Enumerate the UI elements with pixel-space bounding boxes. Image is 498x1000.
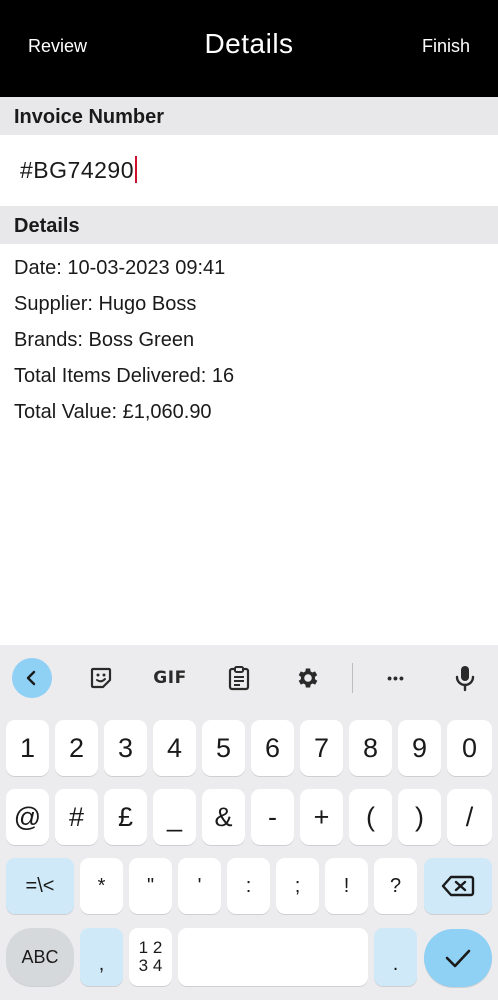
invoice-number-value: #BG74290 (20, 157, 134, 183)
numpad-key[interactable]: 1 2 3 4 (129, 928, 172, 986)
clipboard-icon[interactable] (219, 658, 259, 698)
back-chevron-icon[interactable] (12, 658, 52, 698)
invoice-section-header: Invoice Number (0, 97, 498, 135)
detail-total-items: Total Items Delivered: 16 (14, 365, 235, 387)
key-1[interactable]: 1 (6, 720, 49, 776)
more-icon[interactable]: ••• (376, 658, 416, 698)
key-comma[interactable]: , (80, 928, 123, 986)
key-at[interactable]: @ (6, 789, 49, 845)
gear-icon[interactable] (288, 658, 328, 698)
done-key[interactable] (424, 929, 492, 987)
key-pound[interactable]: £ (104, 789, 147, 845)
numpad-label: 1 2 3 4 (139, 939, 163, 975)
backspace-icon (441, 875, 475, 897)
space-key[interactable] (178, 928, 368, 986)
checkmark-icon (445, 949, 471, 968)
key-3[interactable]: 3 (104, 720, 147, 776)
numpad-label-top: 1 2 (138, 938, 163, 957)
backspace-key[interactable] (424, 858, 492, 914)
key-slash[interactable]: / (447, 789, 492, 845)
key-hash[interactable]: # (55, 789, 98, 845)
key-4[interactable]: 4 (153, 720, 196, 776)
key-colon[interactable]: : (227, 858, 270, 914)
top-bar: Review Details Finish (0, 0, 498, 97)
detail-brands: Brands: Boss Green (14, 329, 195, 351)
key-exclamation[interactable]: ! (325, 858, 368, 914)
numpad-label-bottom: 3 4 (138, 956, 163, 975)
toolbar-divider (352, 663, 353, 693)
gif-label: GIF (153, 668, 187, 688)
key-8[interactable]: 8 (349, 720, 392, 776)
details-section-header: Details (0, 206, 498, 244)
key-underscore[interactable]: _ (153, 789, 196, 845)
finish-button[interactable]: Finish (422, 36, 470, 57)
sticker-icon[interactable] (81, 658, 121, 698)
key-minus[interactable]: - (251, 789, 294, 845)
abc-key[interactable]: ABC (6, 928, 74, 986)
key-plus[interactable]: + (300, 789, 343, 845)
on-screen-keyboard: GIF ••• 1 2 3 4 5 6 7 8 9 0 @ # £ _ & - … (0, 645, 498, 1000)
key-9[interactable]: 9 (398, 720, 441, 776)
keyboard-toolbar: GIF ••• (0, 645, 498, 710)
microphone-icon[interactable] (445, 658, 485, 698)
detail-supplier: Supplier: Hugo Boss (14, 293, 197, 315)
key-5[interactable]: 5 (202, 720, 245, 776)
key-6[interactable]: 6 (251, 720, 294, 776)
symbols-toggle-key[interactable]: =\< (6, 858, 74, 914)
key-question[interactable]: ? (374, 858, 417, 914)
key-ampersand[interactable]: & (202, 789, 245, 845)
key-0[interactable]: 0 (447, 720, 492, 776)
key-open-paren[interactable]: ( (349, 789, 392, 845)
key-double-quote[interactable]: " (129, 858, 172, 914)
details-list: Date: 10-03-2023 09:41 Supplier: Hugo Bo… (14, 256, 234, 436)
key-single-quote[interactable]: ' (178, 858, 221, 914)
key-close-paren[interactable]: ) (398, 789, 441, 845)
key-7[interactable]: 7 (300, 720, 343, 776)
gif-icon[interactable]: GIF (150, 658, 190, 698)
key-semicolon[interactable]: ; (276, 858, 319, 914)
key-period[interactable]: . (374, 928, 417, 986)
key-asterisk[interactable]: * (80, 858, 123, 914)
detail-total-value: Total Value: £1,060.90 (14, 401, 212, 423)
detail-date: Date: 10-03-2023 09:41 (14, 257, 226, 279)
text-cursor (134, 156, 137, 183)
invoice-number-input[interactable]: #BG74290 (0, 135, 498, 206)
key-2[interactable]: 2 (55, 720, 98, 776)
